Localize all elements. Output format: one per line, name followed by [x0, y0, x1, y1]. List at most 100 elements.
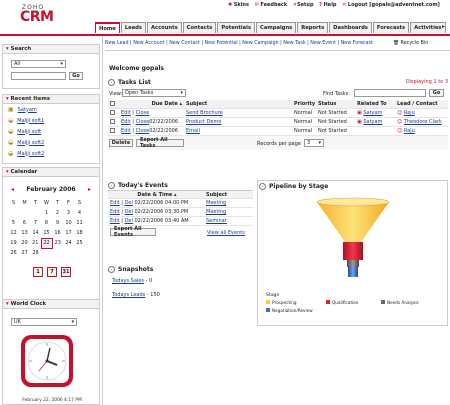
- event-subject-link[interactable]: Seminar: [206, 218, 227, 224]
- calendar-day[interactable]: 25: [74, 238, 85, 248]
- close-link[interactable]: Close: [136, 110, 150, 116]
- tab-dashboards[interactable]: Dashboards: [329, 22, 372, 33]
- logo[interactable]: CRM: [20, 9, 54, 25]
- close-link[interactable]: Close: [136, 128, 150, 134]
- view-all-events-link[interactable]: View all Events: [207, 230, 245, 236]
- recent-item[interactable]: ◒ Maljji soft1: [3, 115, 99, 126]
- calendar-day[interactable]: 10: [63, 218, 74, 228]
- edit-link[interactable]: Edit: [110, 200, 120, 206]
- col-date-time[interactable]: Date & Time ▴: [108, 192, 206, 198]
- setup-link[interactable]: ✕Setup: [293, 2, 314, 8]
- new-potential-link[interactable]: New Potential: [205, 41, 238, 46]
- calendar-day[interactable]: 7: [30, 218, 41, 228]
- next-month-icon[interactable]: ▸: [88, 186, 91, 193]
- records-per-page-select[interactable]: 3 ▾: [304, 139, 324, 147]
- calendar-day[interactable]: 23: [52, 238, 63, 248]
- month-view-icon[interactable]: 31: [61, 267, 71, 277]
- calendar-day[interactable]: 15: [41, 228, 52, 238]
- calendar-day[interactable]: 24: [63, 238, 74, 248]
- calendar-day[interactable]: 12: [8, 228, 19, 238]
- week-view-icon[interactable]: 7: [47, 267, 57, 277]
- lead-contact-link[interactable]: Theodore Clark: [404, 119, 442, 125]
- calendar-day[interactable]: 6: [19, 218, 30, 228]
- collapse-icon[interactable]: ▾: [6, 301, 9, 307]
- find-tasks-input[interactable]: [354, 89, 426, 97]
- recent-item[interactable]: ◒ Maljji soft2: [3, 137, 99, 148]
- calendar-day[interactable]: 5: [8, 218, 19, 228]
- tab-activities[interactable]: Activities: [410, 22, 446, 33]
- event-subject-link[interactable]: Meeting: [206, 200, 226, 206]
- edit-link[interactable]: Edit: [121, 128, 131, 134]
- search-module-select[interactable]: All ▾: [11, 60, 66, 68]
- row-checkbox[interactable]: [110, 118, 115, 124]
- task-subject-link[interactable]: Send Brochure: [186, 110, 223, 116]
- related-to-link[interactable]: Satyam: [363, 110, 382, 116]
- event-subject-link[interactable]: Meeting: [206, 209, 226, 215]
- task-subject-link[interactable]: Email: [186, 128, 200, 134]
- collapse-icon[interactable]: ▾: [6, 46, 9, 52]
- new-account-link[interactable]: New Account: [133, 41, 164, 46]
- close-link[interactable]: Close: [136, 119, 150, 125]
- search-input[interactable]: [11, 72, 66, 80]
- new-lead-link[interactable]: New Lead: [105, 41, 129, 46]
- tasks-view-select[interactable]: Open Tasks ▾: [122, 89, 186, 97]
- new-campaign-link[interactable]: New Campaign: [242, 41, 278, 46]
- export-all-tasks-button[interactable]: Export All Tasks: [136, 137, 184, 149]
- tab-home[interactable]: Home: [95, 22, 120, 33]
- delete-link[interactable]: Del: [125, 209, 133, 215]
- select-all-checkbox[interactable]: [110, 100, 115, 106]
- calendar-day[interactable]: 20: [19, 238, 30, 248]
- calendar-day[interactable]: 28: [30, 248, 41, 258]
- clock-zone-select[interactable]: UK ▾: [11, 318, 77, 326]
- collapse-icon[interactable]: -: [108, 78, 115, 86]
- calendar-day[interactable]: 2: [52, 208, 63, 218]
- recent-item[interactable]: ◒ Maljji soft2: [3, 148, 99, 159]
- calendar-day[interactable]: 26: [8, 248, 19, 258]
- tab-campaigns[interactable]: Campaigns: [256, 22, 297, 33]
- related-to-link[interactable]: Satyam: [363, 119, 382, 125]
- help-link[interactable]: ? Help: [319, 2, 336, 8]
- task-subject-link[interactable]: Product Demo: [186, 119, 221, 125]
- calendar-day[interactable]: 22: [40, 237, 53, 249]
- search-go-button[interactable]: Go: [69, 72, 83, 80]
- funnel-stage-needs-analysis[interactable]: [347, 260, 359, 267]
- funnel-stage-negotiation[interactable]: [348, 267, 358, 277]
- calendar-day[interactable]: 9: [52, 218, 63, 228]
- collapse-icon[interactable]: -: [108, 181, 115, 189]
- calendar-day[interactable]: 13: [19, 228, 30, 238]
- calendar-day[interactable]: 14: [30, 228, 41, 238]
- new-contact-link[interactable]: New Contact: [169, 41, 200, 46]
- skins-link[interactable]: ✱ Skins: [228, 2, 249, 8]
- recycle-bin-link[interactable]: 🗑 Recycle Bin: [393, 41, 428, 46]
- find-tasks-go-button[interactable]: Go: [429, 89, 444, 97]
- logout-link[interactable]: ✕ Logout [gopals@adventnet.com]: [342, 2, 440, 8]
- export-all-events-button[interactable]: Export All Events: [110, 226, 156, 238]
- calendar-day[interactable]: 18: [74, 228, 85, 238]
- tab-forecasts[interactable]: Forecasts: [372, 22, 410, 33]
- tab-potentials[interactable]: Potentials: [217, 22, 256, 33]
- calendar-day[interactable]: 11: [74, 218, 85, 228]
- collapse-icon[interactable]: ▾: [6, 169, 9, 175]
- calendar-day[interactable]: 4: [74, 208, 85, 218]
- day-view-icon[interactable]: 1: [33, 267, 43, 277]
- col-due-date[interactable]: Due Date ▴: [118, 101, 182, 107]
- tab-contacts[interactable]: Contacts: [182, 22, 217, 33]
- prev-month-icon[interactable]: ◂: [11, 186, 14, 193]
- delete-link[interactable]: Del: [125, 218, 133, 224]
- feedback-link[interactable]: ✉ Feedback: [255, 2, 288, 8]
- delete-link[interactable]: Del: [125, 200, 133, 206]
- calendar-day[interactable]: 17: [63, 228, 74, 238]
- calendar-day[interactable]: 8: [41, 218, 52, 228]
- tab-leads[interactable]: Leads: [120, 22, 146, 33]
- edit-link[interactable]: Edit: [121, 110, 131, 116]
- recent-item[interactable]: ▣ Satyam: [3, 104, 99, 115]
- lead-contact-link[interactable]: Raju: [404, 110, 415, 116]
- calendar-day[interactable]: 16: [52, 228, 63, 238]
- calendar-day[interactable]: 21: [30, 238, 41, 248]
- collapse-icon[interactable]: -: [259, 182, 266, 190]
- calendar-day[interactable]: 27: [19, 248, 30, 258]
- recent-item[interactable]: ◒ Maljji soft: [3, 126, 99, 137]
- edit-link[interactable]: Edit: [110, 209, 120, 215]
- funnel-stage-prospecting[interactable]: [317, 202, 389, 242]
- collapse-icon[interactable]: ▾: [6, 96, 9, 102]
